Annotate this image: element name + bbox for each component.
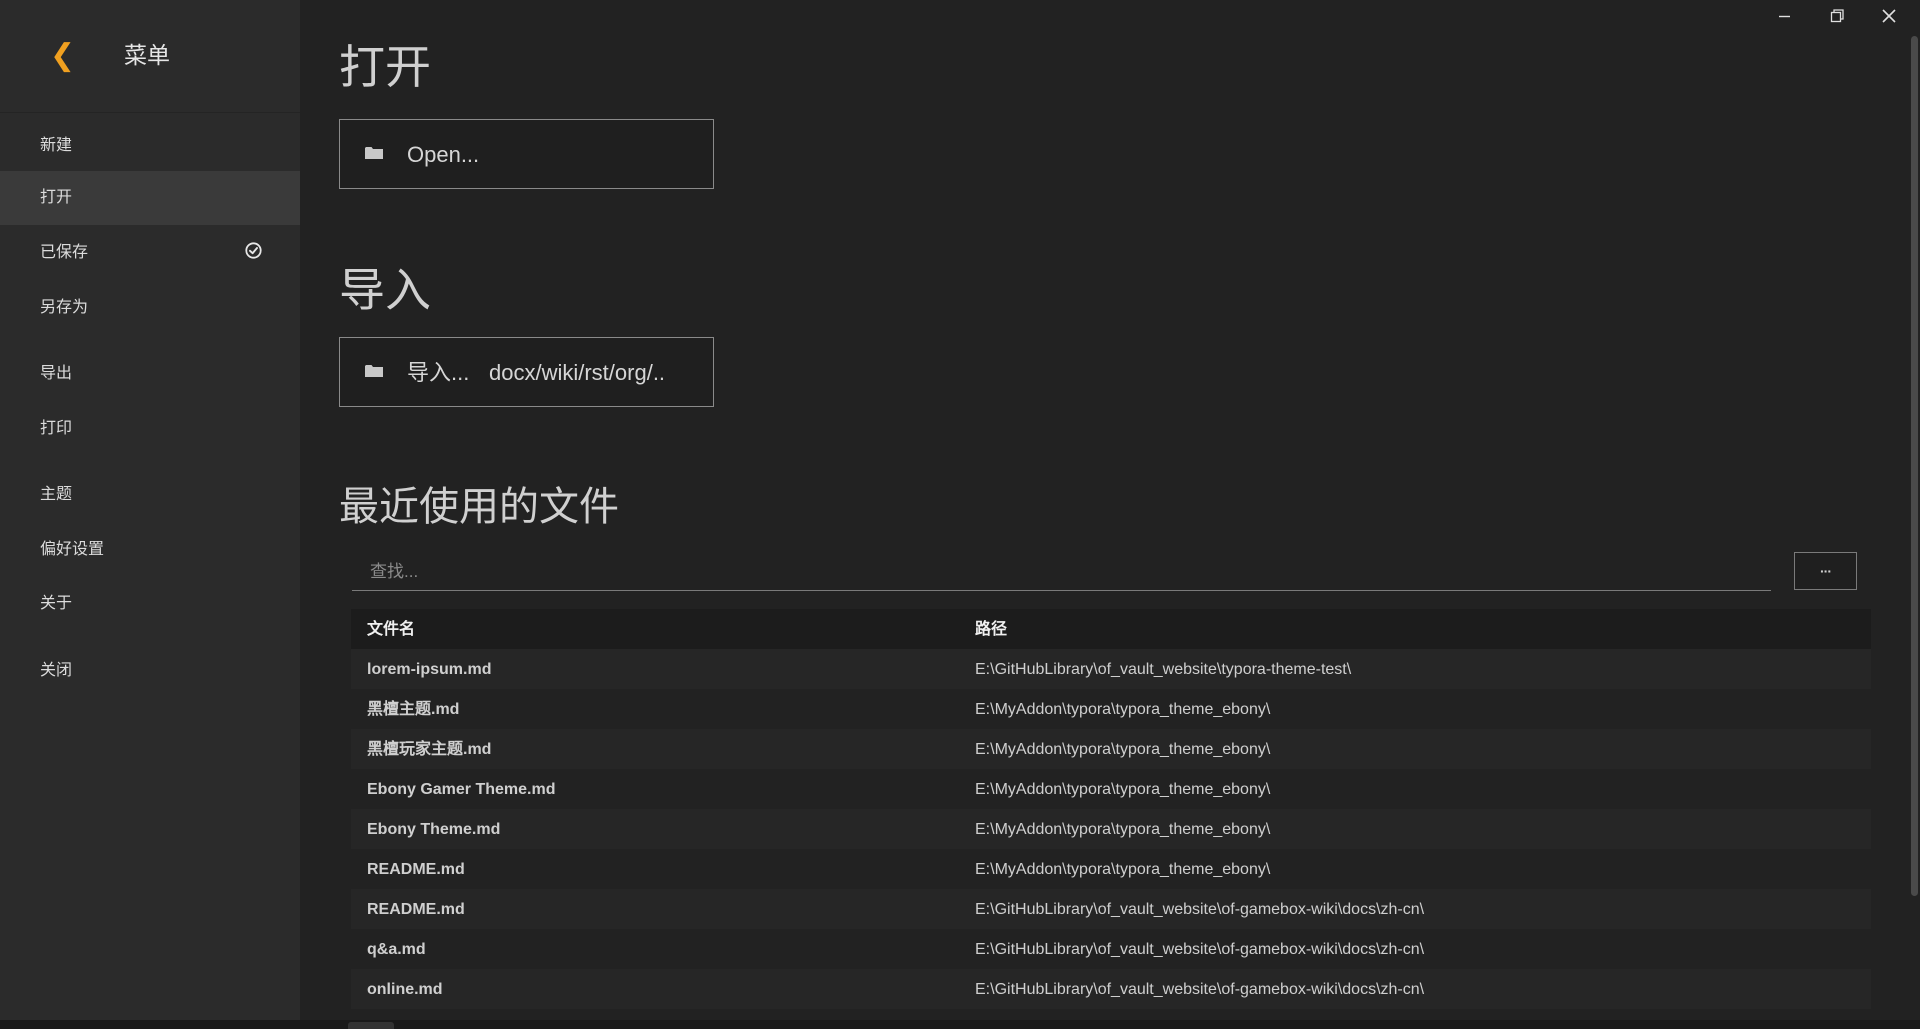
search-input[interactable] <box>352 553 1771 591</box>
file-path: E:\MyAddon\typora\typora_theme_ebony\ <box>975 781 1271 798</box>
table-row[interactable]: 黑檀玩家主题.md E:\MyAddon\typora\typora_theme… <box>351 729 1871 769</box>
file-path: E:\GitHubLibrary\of_vault_website\of-gam… <box>975 941 1425 958</box>
sidebar-item-label: 导出 <box>40 365 73 382</box>
open-file-button[interactable]: Open... <box>339 119 714 189</box>
sidebar-header: ❮ 菜单 <box>0 0 300 113</box>
sidebar-item-label: 关闭 <box>40 662 73 679</box>
table-row[interactable]: Ebony Theme.md E:\MyAddon\typora\typora_… <box>351 809 1871 849</box>
sidebar-item-new[interactable]: 新建 <box>0 119 300 173</box>
file-path: E:\GitHubLibrary\of_vault_website\of-gam… <box>975 901 1425 918</box>
sidebar-item-export[interactable]: 导出 <box>0 347 300 401</box>
file-path: E:\MyAddon\typora\typora_theme_ebony\ <box>975 821 1271 838</box>
column-header-path[interactable]: 路径 <box>975 620 1007 640</box>
table-row[interactable]: Ebony Gamer Theme.md E:\MyAddon\typora\t… <box>351 769 1871 809</box>
table-row[interactable]: lorem-ipsum.md E:\GitHubLibrary\of_vault… <box>351 649 1871 689</box>
file-name: Ebony Gamer Theme.md <box>367 781 556 798</box>
table-row[interactable]: q&a.md E:\GitHubLibrary\of_vault_website… <box>351 929 1871 969</box>
file-name: q&a.md <box>367 941 426 958</box>
sidebar-item-label: 打开 <box>40 189 73 206</box>
sidebar: ❮ 菜单 新建 打开 已保存 另存为 导出 打印 主题 偏好设置 关于 关闭 <box>0 0 300 1020</box>
scrollbar-thumb[interactable] <box>1911 36 1918 896</box>
import-button-label: 导入... <box>407 360 470 385</box>
sidebar-item-label: 新建 <box>40 137 73 154</box>
table-row[interactable]: 黑檀主题.md E:\MyAddon\typora\typora_theme_e… <box>351 689 1871 729</box>
restore-button[interactable] <box>1811 0 1863 32</box>
sidebar-item-label: 关于 <box>40 595 73 612</box>
file-path: E:\MyAddon\typora\typora_theme_ebony\ <box>975 741 1271 758</box>
table-row[interactable]: README.md E:\MyAddon\typora\typora_theme… <box>351 849 1871 889</box>
more-options-button[interactable]: ··· <box>1794 552 1857 590</box>
sidebar-item-saved[interactable]: 已保存 <box>0 226 300 280</box>
table-row[interactable]: README.md E:\GitHubLibrary\of_vault_webs… <box>351 889 1871 929</box>
close-window-button[interactable] <box>1863 0 1915 32</box>
file-name: 黑檀主题.md <box>367 701 460 718</box>
minimize-icon <box>1779 15 1790 18</box>
file-path: E:\GitHubLibrary\of_vault_website\typora… <box>975 661 1352 678</box>
file-name: Ebony Theme.md <box>367 821 501 838</box>
open-button-label: Open... <box>407 142 480 167</box>
bottom-strip <box>0 1020 1920 1029</box>
folder-icon <box>365 365 383 377</box>
table-row[interactable]: online.md E:\GitHubLibrary\of_vault_webs… <box>351 969 1871 1009</box>
sidebar-item-open[interactable]: 打开 <box>0 171 300 225</box>
file-name: 黑檀玩家主题.md <box>367 741 492 758</box>
sidebar-item-theme[interactable]: 主题 <box>0 468 300 522</box>
minimize-button[interactable] <box>1759 0 1811 32</box>
import-section-title: 导入 <box>339 264 431 316</box>
bottom-tab <box>348 1022 394 1029</box>
file-name: online.md <box>367 981 443 998</box>
open-section-title: 打开 <box>339 41 431 93</box>
file-name: README.md <box>367 901 465 918</box>
file-name: lorem-ipsum.md <box>367 661 492 678</box>
recent-files-table: 文件名 路径 lorem-ipsum.md E:\GitHubLibrary\o… <box>351 609 1871 1009</box>
restore-icon <box>1830 9 1844 23</box>
sidebar-item-label: 打印 <box>40 420 73 437</box>
table-header: 文件名 路径 <box>351 609 1871 649</box>
close-icon <box>1882 9 1896 23</box>
sidebar-item-print[interactable]: 打印 <box>0 402 300 456</box>
sidebar-title: 菜单 <box>124 42 170 68</box>
file-path: E:\MyAddon\typora\typora_theme_ebony\ <box>975 701 1271 718</box>
recent-files-title: 最近使用的文件 <box>339 485 619 529</box>
sidebar-item-preferences[interactable]: 偏好设置 <box>0 523 300 577</box>
sidebar-item-label: 另存为 <box>40 299 89 316</box>
file-path: E:\MyAddon\typora\typora_theme_ebony\ <box>975 861 1271 878</box>
chevron-left-icon[interactable]: ❮ <box>50 38 75 74</box>
sidebar-item-close[interactable]: 关闭 <box>0 644 300 698</box>
file-path: E:\GitHubLibrary\of_vault_website\of-gam… <box>975 981 1425 998</box>
import-file-button[interactable]: 导入... docx/wiki/rst/org/.. <box>339 337 714 407</box>
folder-icon <box>365 147 383 159</box>
sidebar-item-label: 主题 <box>40 486 73 503</box>
column-header-name[interactable]: 文件名 <box>367 620 415 640</box>
sidebar-item-save-as[interactable]: 另存为 <box>0 281 300 335</box>
sidebar-item-label: 已保存 <box>40 244 89 261</box>
check-circle-icon <box>245 242 262 259</box>
import-formats-label: docx/wiki/rst/org/.. <box>489 360 666 385</box>
sidebar-item-label: 偏好设置 <box>40 541 105 558</box>
sidebar-item-about[interactable]: 关于 <box>0 577 300 631</box>
file-name: README.md <box>367 861 465 878</box>
